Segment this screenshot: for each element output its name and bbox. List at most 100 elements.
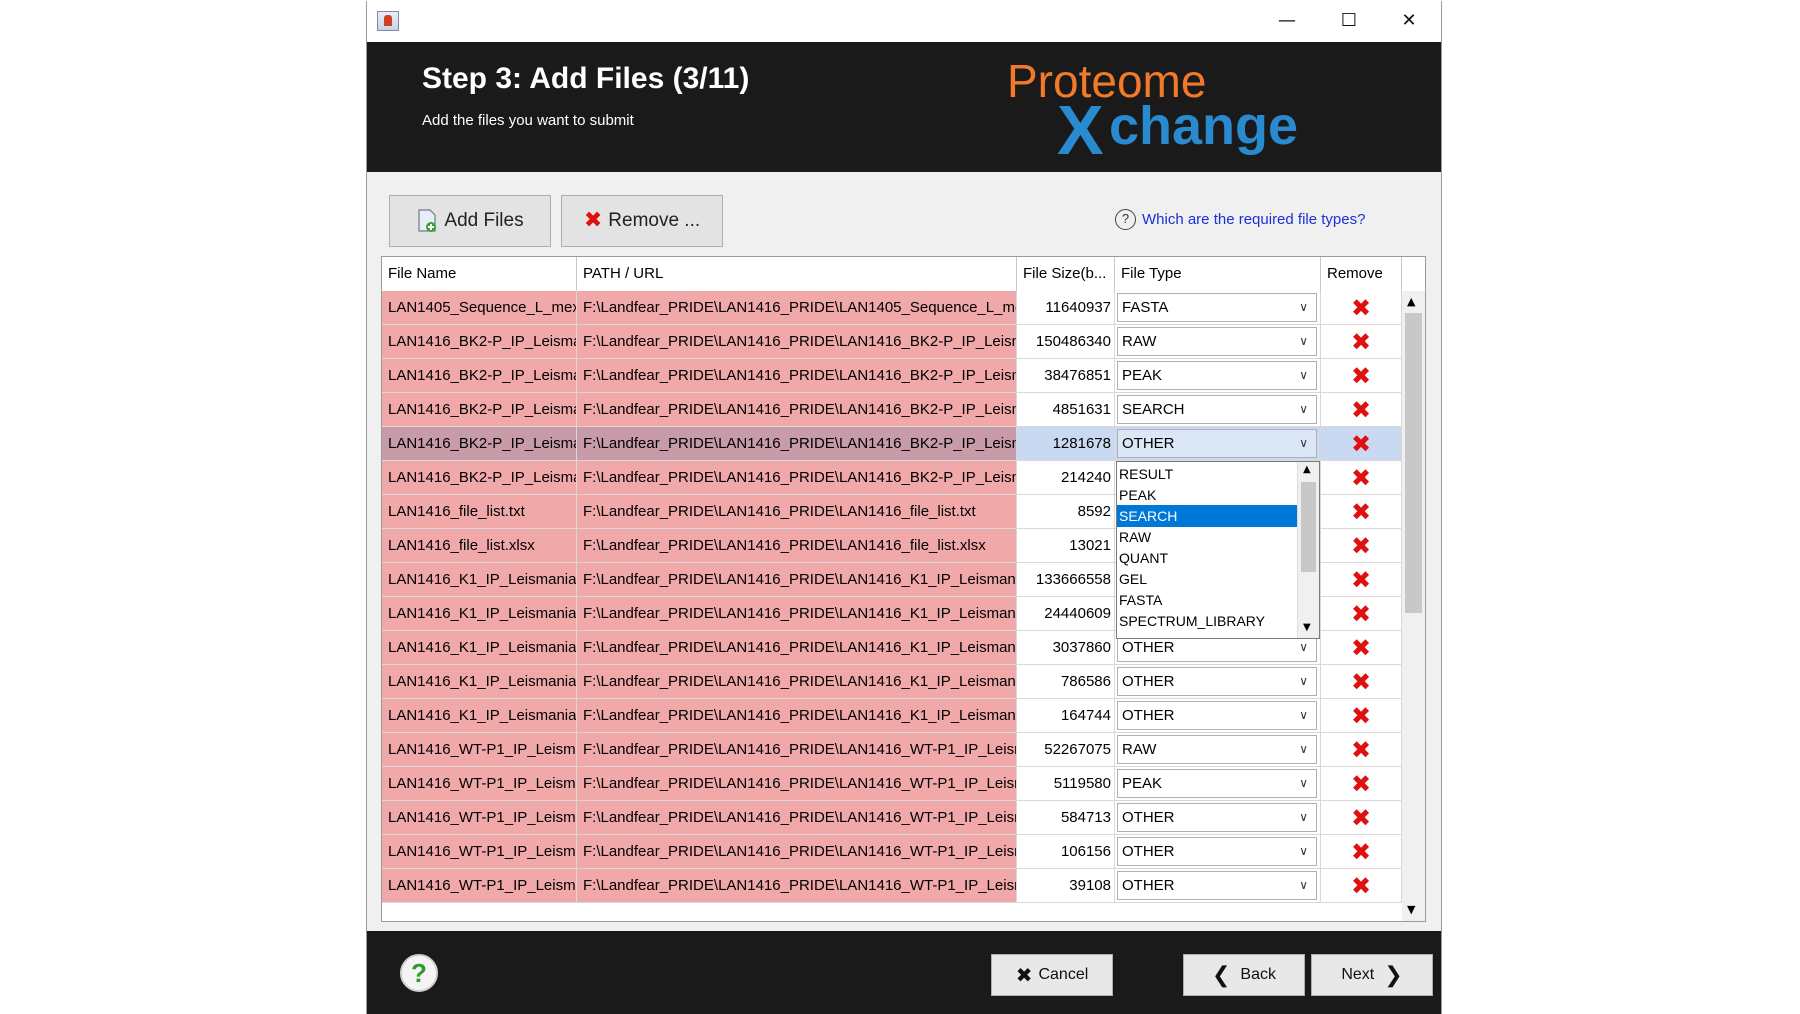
- table-row[interactable]: LAN1416_WT-P1_IP_Leismar F:\Landfear_PRID…: [382, 869, 1402, 903]
- dropdown-scroll-up-icon[interactable]: ▲: [1303, 464, 1311, 475]
- table-vertical-scrollbar[interactable]: ▲ ▼: [1402, 291, 1425, 921]
- file-size-cell[interactable]: 3037860: [1017, 631, 1115, 665]
- file-name-cell[interactable]: LAN1416_WT-P1_IP_Leismar: [382, 733, 577, 767]
- dropdown-scroll-thumb[interactable]: [1301, 482, 1316, 572]
- path-cell[interactable]: F:\Landfear_PRIDE\LAN1416_PRIDE\LAN1416_…: [577, 461, 1017, 495]
- column-header-remove[interactable]: Remove: [1321, 257, 1402, 291]
- column-header-file-name[interactable]: File Name: [382, 257, 577, 291]
- dropdown-option[interactable]: QUANT: [1117, 547, 1297, 569]
- file-type-select[interactable]: OTHER ∨: [1117, 701, 1317, 730]
- remove-row-icon[interactable]: ✖: [1351, 291, 1371, 324]
- chevron-down-icon[interactable]: ∨: [1299, 362, 1308, 389]
- remove-button[interactable]: ✖ Remove ...: [561, 195, 723, 247]
- file-size-cell[interactable]: 13021: [1017, 529, 1115, 563]
- table-row[interactable]: LAN1416_BK2-P_IP_Leisman F:\Landfear_PRID…: [382, 427, 1402, 461]
- chevron-down-icon[interactable]: ∨: [1299, 872, 1308, 899]
- chevron-down-icon[interactable]: ∨: [1299, 838, 1308, 865]
- file-type-select[interactable]: PEAK ∨: [1117, 769, 1317, 798]
- file-size-cell[interactable]: 8592: [1017, 495, 1115, 529]
- chevron-down-icon[interactable]: ∨: [1299, 668, 1308, 695]
- file-size-cell[interactable]: 214240: [1017, 461, 1115, 495]
- file-type-select[interactable]: RAW ∨: [1117, 327, 1317, 356]
- scroll-up-arrow-icon[interactable]: ▲: [1407, 295, 1415, 308]
- remove-row-icon[interactable]: ✖: [1351, 325, 1371, 358]
- dropdown-option[interactable]: RESULT: [1117, 463, 1297, 485]
- file-size-cell[interactable]: 52267075: [1017, 733, 1115, 767]
- next-button[interactable]: Next ❯: [1311, 954, 1433, 996]
- file-size-cell[interactable]: 24440609: [1017, 597, 1115, 631]
- table-row[interactable]: LAN1416_WT-P1_IP_Leismar F:\Landfear_PRID…: [382, 801, 1402, 835]
- help-button[interactable]: ?: [400, 954, 438, 992]
- file-type-select[interactable]: OTHER ∨: [1117, 667, 1317, 696]
- file-name-cell[interactable]: LAN1416_K1_IP_Leismania_: [382, 597, 577, 631]
- path-cell[interactable]: F:\Landfear_PRIDE\LAN1416_PRIDE\LAN1416_…: [577, 733, 1017, 767]
- dropdown-option[interactable]: PEAK: [1117, 484, 1297, 506]
- chevron-down-icon[interactable]: ∨: [1299, 294, 1308, 321]
- file-name-cell[interactable]: LAN1416_K1_IP_Leismania_: [382, 563, 577, 597]
- column-header-file-size[interactable]: File Size(b...: [1017, 257, 1115, 291]
- file-size-cell[interactable]: 584713: [1017, 801, 1115, 835]
- dropdown-option[interactable]: RAW: [1117, 526, 1297, 548]
- file-type-select[interactable]: SEARCH ∨: [1117, 395, 1317, 424]
- file-name-cell[interactable]: LAN1416_WT-P1_IP_Leismar: [382, 869, 577, 903]
- path-cell[interactable]: F:\Landfear_PRIDE\LAN1416_PRIDE\LAN1416_…: [577, 597, 1017, 631]
- file-size-cell[interactable]: 1281678: [1017, 427, 1115, 461]
- chevron-down-icon[interactable]: ∨: [1299, 804, 1308, 831]
- file-type-select[interactable]: OTHER ∨: [1117, 871, 1317, 900]
- path-cell[interactable]: F:\Landfear_PRIDE\LAN1416_PRIDE\LAN1416_…: [577, 427, 1017, 461]
- table-row[interactable]: LAN1416_WT-P1_IP_Leismar F:\Landfear_PRID…: [382, 835, 1402, 869]
- file-name-cell[interactable]: LAN1416_BK2-P_IP_Leisman: [382, 427, 577, 461]
- remove-row-icon[interactable]: ✖: [1351, 393, 1371, 426]
- path-cell[interactable]: F:\Landfear_PRIDE\LAN1416_PRIDE\LAN1416_…: [577, 801, 1017, 835]
- chevron-down-icon[interactable]: ∨: [1299, 702, 1308, 729]
- file-name-cell[interactable]: LAN1416_K1_IP_Leismania_: [382, 699, 577, 733]
- file-size-cell[interactable]: 133666558: [1017, 563, 1115, 597]
- table-row[interactable]: LAN1416_WT-P1_IP_Leismar F:\Landfear_PRID…: [382, 733, 1402, 767]
- remove-row-icon[interactable]: ✖: [1351, 359, 1371, 392]
- remove-row-icon[interactable]: ✖: [1351, 869, 1371, 902]
- chevron-down-icon[interactable]: ∨: [1299, 736, 1308, 763]
- column-header-path[interactable]: PATH / URL: [577, 257, 1017, 291]
- file-name-cell[interactable]: LAN1416_file_list.xlsx: [382, 529, 577, 563]
- path-cell[interactable]: F:\Landfear_PRIDE\LAN1416_PRIDE\LAN1416_…: [577, 835, 1017, 869]
- file-name-cell[interactable]: LAN1416_K1_IP_Leismania_: [382, 665, 577, 699]
- path-cell[interactable]: F:\Landfear_PRIDE\LAN1416_PRIDE\LAN1416_…: [577, 869, 1017, 903]
- file-size-cell[interactable]: 11640937: [1017, 291, 1115, 325]
- remove-row-icon[interactable]: ✖: [1351, 665, 1371, 698]
- table-row[interactable]: LAN1416_WT-P1_IP_Leismar F:\Landfear_PRID…: [382, 767, 1402, 801]
- file-name-cell[interactable]: LAN1405_Sequence_L_mexic: [382, 291, 577, 325]
- table-row[interactable]: LAN1416_BK2-P_IP_Leisman F:\Landfear_PRID…: [382, 325, 1402, 359]
- file-name-cell[interactable]: LAN1416_BK2-P_IP_Leisman: [382, 461, 577, 495]
- required-file-types-link[interactable]: ? Which are the required file types?: [1115, 209, 1365, 230]
- close-window-button[interactable]: ✕: [1380, 1, 1438, 42]
- dropdown-option[interactable]: SEARCH: [1117, 505, 1297, 527]
- path-cell[interactable]: F:\Landfear_PRIDE\LAN1416_PRIDE\LAN1416_…: [577, 529, 1017, 563]
- maximize-button[interactable]: ☐: [1320, 1, 1378, 42]
- path-cell[interactable]: F:\Landfear_PRIDE\LAN1416_PRIDE\LAN1416_…: [577, 665, 1017, 699]
- remove-row-icon[interactable]: ✖: [1351, 597, 1371, 630]
- path-cell[interactable]: F:\Landfear_PRIDE\LAN1416_PRIDE\LAN1416_…: [577, 563, 1017, 597]
- dropdown-option[interactable]: GEL: [1117, 568, 1297, 590]
- remove-row-icon[interactable]: ✖: [1351, 461, 1371, 494]
- file-name-cell[interactable]: LAN1416_BK2-P_IP_Leisman: [382, 325, 577, 359]
- file-size-cell[interactable]: 106156: [1017, 835, 1115, 869]
- file-name-cell[interactable]: LAN1416_WT-P1_IP_Leismar: [382, 835, 577, 869]
- back-button[interactable]: ❮ Back: [1183, 954, 1305, 996]
- file-size-cell[interactable]: 39108: [1017, 869, 1115, 903]
- cancel-button[interactable]: ✖ Cancel: [991, 954, 1113, 996]
- file-name-cell[interactable]: LAN1416_BK2-P_IP_Leisman: [382, 359, 577, 393]
- chevron-down-icon[interactable]: ∨: [1299, 328, 1308, 355]
- dropdown-scrollbar[interactable]: ▲ ▼: [1297, 462, 1319, 638]
- table-row[interactable]: LAN1416_K1_IP_Leismania_ F:\Landfear_PRID…: [382, 699, 1402, 733]
- chevron-down-icon[interactable]: ∨: [1299, 430, 1308, 457]
- chevron-down-icon[interactable]: ∨: [1299, 770, 1308, 797]
- dropdown-option[interactable]: SPECTRUM_LIBRARY: [1117, 610, 1297, 632]
- file-name-cell[interactable]: LAN1416_BK2-P_IP_Leisman: [382, 393, 577, 427]
- column-header-file-type[interactable]: File Type: [1115, 257, 1321, 291]
- table-row[interactable]: LAN1416_BK2-P_IP_Leisman F:\Landfear_PRID…: [382, 393, 1402, 427]
- path-cell[interactable]: F:\Landfear_PRIDE\LAN1416_PRIDE\LAN1416_…: [577, 495, 1017, 529]
- file-name-cell[interactable]: LAN1416_WT-P1_IP_Leismar: [382, 801, 577, 835]
- scrollbar-thumb[interactable]: [1405, 313, 1422, 613]
- file-type-select[interactable]: FASTA ∨: [1117, 293, 1317, 322]
- file-size-cell[interactable]: 786586: [1017, 665, 1115, 699]
